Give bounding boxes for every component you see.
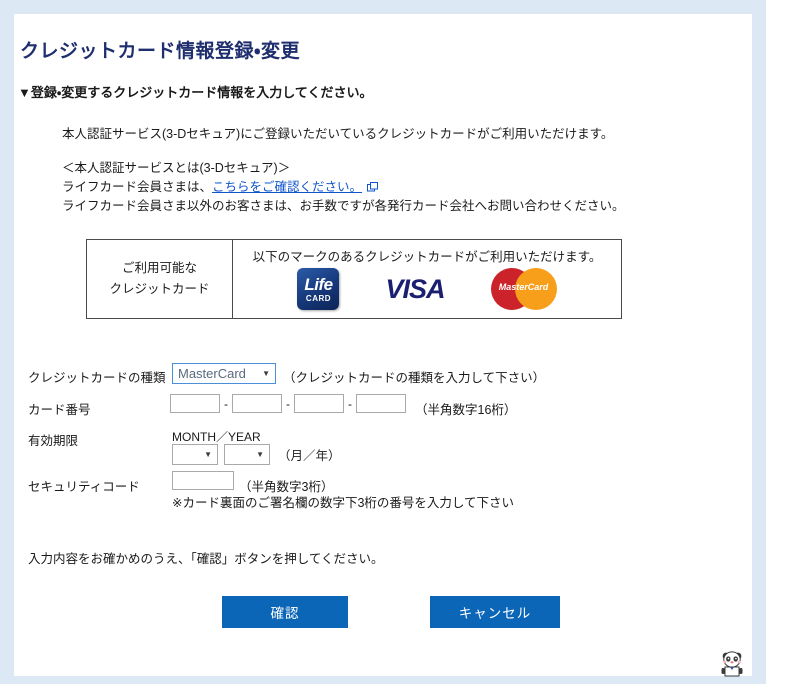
usable-cards-label-cell: ご利用可能な クレジットカード: [87, 240, 233, 318]
card-number-input-1[interactable]: [170, 394, 220, 413]
usable-cards-caption: 以下のマークのあるクレジットカードがご利用いただけます。: [252, 250, 602, 264]
card-number-separator-1: -: [224, 396, 228, 411]
security-code-note: ※カード裏面のご署名欄の数字下3桁の番号を入力して下さい: [172, 496, 515, 510]
card-type-select-value: MasterCard: [178, 366, 246, 381]
chevron-down-icon: ▼: [256, 450, 264, 459]
panda-mascot-icon: [718, 650, 748, 678]
visa-logo: VISA: [385, 273, 445, 304]
card-type-select[interactable]: MasterCard ▼: [172, 363, 276, 384]
lifecard-logo-sub-text: CARD: [305, 293, 332, 303]
chevron-down-icon: ▼: [262, 369, 270, 378]
confirm-here-link[interactable]: こちらをご確認ください。: [212, 180, 362, 194]
mastercard-logo: MasterCard: [490, 268, 557, 310]
lifecard-logo: Life CARD: [297, 268, 340, 310]
expiry-year-select[interactable]: ▼: [224, 444, 270, 465]
chevron-down-icon: ▼: [204, 450, 212, 459]
expiry-caption: MONTH／YEAR: [172, 430, 261, 444]
security-code-input[interactable]: [172, 471, 234, 490]
usable-cards-logo-cell: 以下のマークのあるクレジットカードがご利用いただけます。 Life CARD V…: [233, 240, 621, 318]
card-number-separator-2: -: [286, 396, 290, 411]
mastercard-wordmark: MasterCard: [498, 282, 549, 292]
card-type-hint: （クレジットカードの種類を入力して下さい）: [283, 371, 546, 385]
description-what-is-3dsecure: ＜本人認証サービスとは(3-Dセキュア)＞: [62, 161, 291, 175]
cancel-button[interactable]: キャンセル: [430, 596, 560, 628]
expiry-month-select[interactable]: ▼: [172, 444, 218, 465]
description-main: 本人認証サービス(3-Dセキュア)にご登録いただいているクレジットカードがご利用…: [62, 127, 614, 141]
usable-cards-label-line1: ご利用可能な: [121, 260, 197, 275]
confirm-instruction: 入力内容をお確かめのうえ、「確認」ボタンを押してください。: [28, 552, 384, 566]
description-member-line: ライフカード会員さまは、こちらをご確認ください。: [62, 176, 379, 195]
card-number-input-3[interactable]: [294, 394, 344, 413]
description-member-prefix: ライフカード会員さまは、: [62, 180, 213, 194]
usable-cards-label-line2: クレジットカード: [109, 282, 210, 296]
card-number-row: - - -: [170, 394, 406, 413]
intro-heading: ▼登録・変更するクレジットカード情報を入力してください。: [18, 85, 373, 100]
card-number-hint: （半角数字16桁）: [415, 403, 517, 417]
card-number-input-2[interactable]: [232, 394, 282, 413]
card-logo-row: Life CARD VISA MasterCard: [297, 268, 557, 310]
expiry-hint: （月／年）: [278, 449, 341, 463]
content-panel: [14, 14, 752, 676]
expiry-label: 有効期限: [28, 434, 79, 448]
card-number-label: カード番号: [28, 403, 91, 417]
external-link-icon: [367, 181, 379, 195]
confirm-button[interactable]: 確認: [222, 596, 348, 628]
card-type-label: クレジットカードの種類: [28, 371, 166, 385]
usable-cards-table: ご利用可能な クレジットカード 以下のマークのあるクレジットカードがご利用いただ…: [86, 239, 622, 319]
card-number-input-4[interactable]: [356, 394, 406, 413]
card-number-separator-3: -: [348, 396, 352, 411]
security-code-label: セキュリティコード: [28, 480, 140, 494]
lifecard-logo-main-text: Life: [304, 274, 333, 294]
expiry-row: ▼ ▼ （月／年）: [172, 444, 341, 465]
page-title: クレジットカード情報登録・変更: [20, 41, 300, 62]
description-non-member: ライフカード会員さま以外のお客さまは、お手数ですが各発行カード会社へお問い合わせ…: [62, 199, 625, 213]
